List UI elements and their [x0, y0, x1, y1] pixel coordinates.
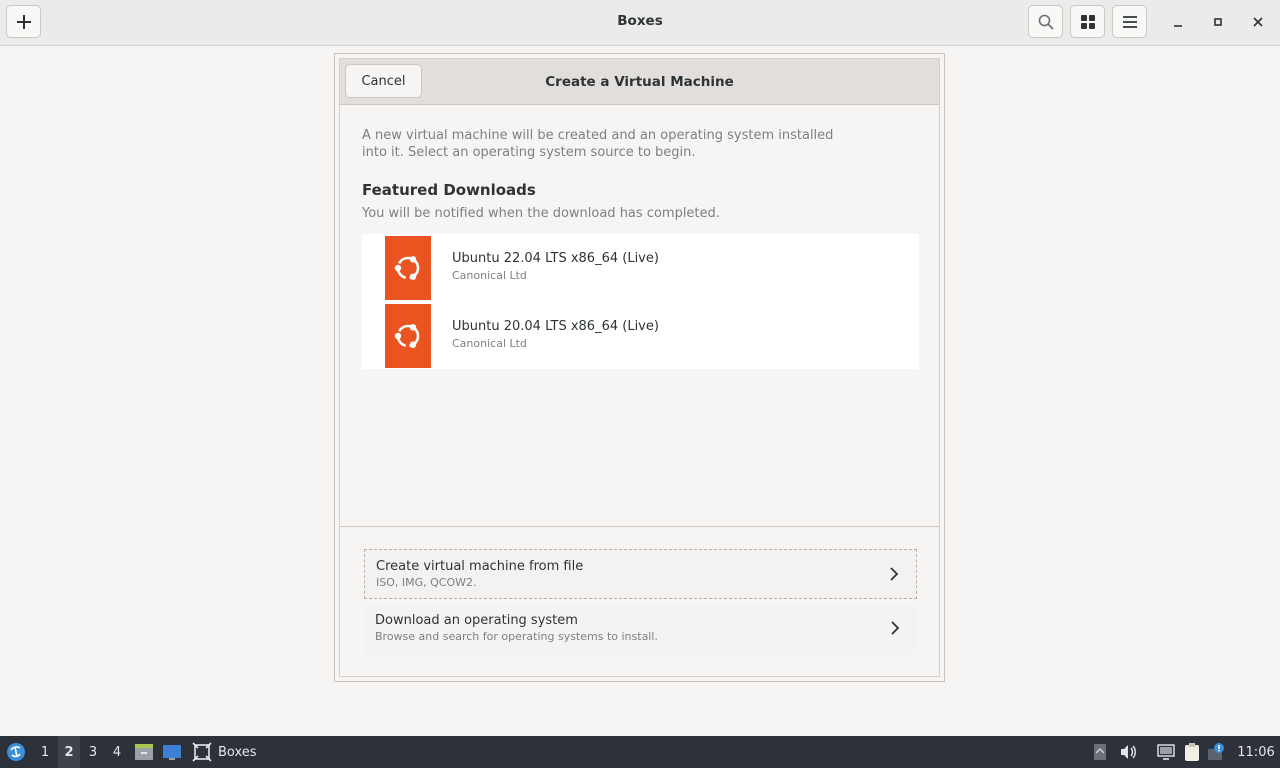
boxes-app-icon: [192, 742, 212, 762]
workspace-1[interactable]: 1: [34, 736, 56, 768]
tray-arrow-icon: [1094, 744, 1106, 760]
network-button[interactable]: [1154, 736, 1178, 768]
download-item-vendor: Canonical Ltd: [452, 337, 527, 350]
source-title: Create virtual machine from file: [376, 559, 584, 574]
show-desktop-button[interactable]: [160, 736, 184, 768]
download-os-row[interactable]: Download an operating system Browse and …: [364, 604, 917, 654]
clipboard-icon: [1185, 743, 1199, 761]
download-item-ubuntu-22-04[interactable]: Ubuntu 22.04 LTS x86_64 (Live) Canonical…: [362, 234, 919, 302]
intro-line-1: A new virtual machine will be created an…: [362, 128, 834, 143]
chevron-right-icon: [890, 567, 899, 581]
desktop-icon: [163, 745, 181, 760]
file-manager-launcher[interactable]: [132, 736, 156, 768]
notification-button[interactable]: [1204, 736, 1228, 768]
cancel-button[interactable]: Cancel: [345, 64, 422, 98]
clipboard-button[interactable]: [1180, 736, 1204, 768]
dialog-content: Cancel Create a Virtual Machine A new vi…: [339, 58, 940, 677]
header-bar: Boxes: [0, 0, 1280, 46]
intro-text: A new virtual machine will be created an…: [362, 127, 862, 161]
search-icon: [1038, 14, 1054, 30]
main-menu-button[interactable]: [1112, 5, 1147, 38]
start-menu-button[interactable]: [4, 736, 28, 768]
close-icon: [1253, 17, 1263, 27]
create-vm-dialog: Cancel Create a Virtual Machine A new vi…: [334, 53, 945, 682]
notification-icon: [1208, 743, 1224, 760]
minimize-icon: [1174, 25, 1182, 27]
clock[interactable]: 11:06: [1234, 736, 1278, 768]
network-icon: [1157, 744, 1175, 760]
source-subtitle: ISO, IMG, QCOW2.: [376, 576, 477, 589]
featured-downloads-heading: Featured Downloads: [362, 181, 536, 199]
ubuntu-logo-icon: [385, 304, 431, 368]
featured-downloads-subtitle: You will be notified when the download h…: [362, 206, 720, 221]
download-item-name: Ubuntu 20.04 LTS x86_64 (Live): [452, 319, 659, 334]
dialog-title: Create a Virtual Machine: [545, 74, 734, 90]
tray-expand-button[interactable]: [1090, 736, 1110, 768]
chevron-right-icon: [891, 621, 900, 635]
section-separator: [340, 526, 939, 527]
featured-downloads-list: Ubuntu 22.04 LTS x86_64 (Live) Canonical…: [362, 234, 919, 369]
taskbar-task-label: Boxes: [218, 744, 257, 760]
taskbar-task-boxes[interactable]: Boxes: [192, 736, 264, 768]
dialog-header: Cancel Create a Virtual Machine: [340, 59, 939, 105]
workspace-2[interactable]: 2: [58, 736, 80, 768]
download-item-ubuntu-20-04[interactable]: Ubuntu 20.04 LTS x86_64 (Live) Canonical…: [362, 302, 919, 370]
intro-line-2: into it. Select an operating system sour…: [362, 145, 696, 160]
maximize-button[interactable]: [1206, 10, 1230, 34]
hamburger-menu-icon: [1122, 15, 1137, 28]
create-from-file-row[interactable]: Create virtual machine from file ISO, IM…: [364, 549, 917, 599]
grid-view-icon: [1080, 14, 1095, 29]
source-subtitle: Browse and search for operating systems …: [375, 630, 658, 643]
download-item-vendor: Canonical Ltd: [452, 269, 527, 282]
search-button[interactable]: [1028, 5, 1063, 38]
minimize-button[interactable]: [1166, 10, 1190, 34]
volume-icon: [1121, 745, 1136, 759]
workspace-3[interactable]: 3: [82, 736, 104, 768]
file-manager-icon: [135, 744, 153, 760]
volume-button[interactable]: [1116, 736, 1140, 768]
taskbar: 1 2 3 4 Boxes 11:06: [0, 736, 1280, 768]
close-button[interactable]: [1246, 10, 1270, 34]
download-item-name: Ubuntu 22.04 LTS x86_64 (Live): [452, 251, 659, 266]
plus-icon: [16, 14, 31, 29]
view-toggle-button[interactable]: [1070, 5, 1105, 38]
workspace-4[interactable]: 4: [106, 736, 128, 768]
maximize-icon: [1214, 18, 1222, 26]
source-title: Download an operating system: [375, 613, 578, 628]
ubuntu-logo-icon: [385, 236, 431, 300]
start-menu-logo-icon: [7, 743, 25, 761]
new-vm-button[interactable]: [6, 5, 41, 38]
